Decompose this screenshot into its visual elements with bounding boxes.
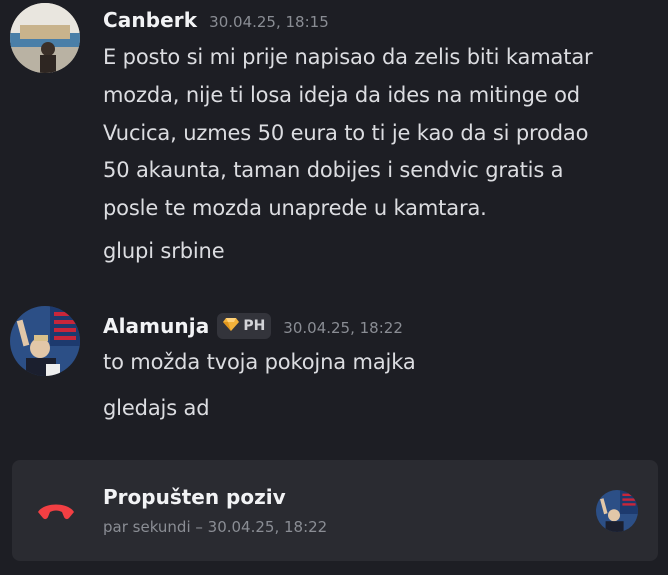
caller-avatar[interactable]	[596, 490, 638, 532]
timestamp: 30.04.25, 18:22	[283, 319, 403, 337]
message-alamunja[interactable]: Alamunja PH 30.04.25, 18:22 to možda tvo…	[0, 300, 668, 440]
message-text-line: E posto si mi prije napisao da zelis bit…	[103, 45, 593, 69]
timestamp: 30.04.25, 18:15	[209, 13, 329, 31]
message-canberk[interactable]: Canberk 30.04.25, 18:15 E posto si mi pr…	[0, 0, 668, 280]
missed-call-card[interactable]: Propušten poziv par sekundi – 30.04.25, …	[12, 460, 658, 561]
message-text-line: mozda, nije ti losa ideja da ides na mit…	[103, 83, 580, 107]
chat-log: Canberk 30.04.25, 18:15 E posto si mi pr…	[0, 0, 668, 575]
avatar[interactable]	[10, 3, 80, 73]
message-text: glupi srbine	[103, 239, 225, 263]
message-text-line: 50 akaunta, taman dobijes i sendvic grat…	[103, 158, 564, 182]
badge-label: PH	[243, 318, 266, 334]
server-tag-badge[interactable]: PH	[217, 313, 272, 339]
message-text: to možda tvoja pokojna majka	[103, 350, 416, 374]
call-title: Propušten poziv	[103, 485, 286, 509]
avatar[interactable]	[10, 306, 80, 376]
diamond-icon	[223, 317, 240, 335]
author-name[interactable]: Canberk	[103, 8, 197, 32]
message-text-line: posle te mozda unaprede u kamtara.	[103, 196, 487, 220]
author-name[interactable]: Alamunja	[103, 314, 209, 338]
phone-hangup-icon	[36, 498, 76, 524]
message-text: gledajs ad	[103, 396, 210, 420]
message-text-line: Vucica, uzmes 50 eura to ti je kao da si…	[103, 121, 589, 145]
call-timestamp: par sekundi – 30.04.25, 18:22	[103, 518, 328, 536]
